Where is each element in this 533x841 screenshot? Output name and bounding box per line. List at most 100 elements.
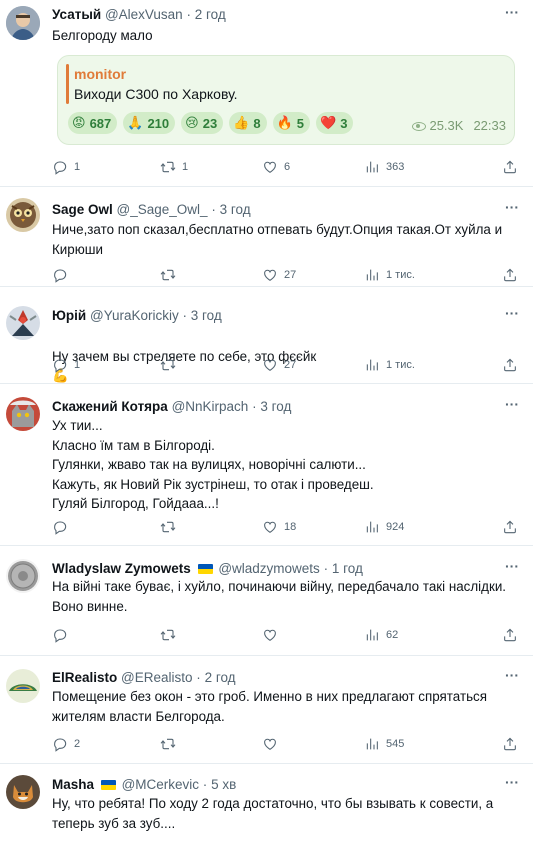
post-time[interactable]: 5 хв bbox=[211, 777, 236, 792]
reply-button[interactable] bbox=[52, 266, 74, 284]
reply-icon bbox=[52, 736, 68, 752]
post-time[interactable]: 2 год bbox=[195, 7, 226, 22]
like-button[interactable] bbox=[262, 735, 284, 753]
thumbs-up-icon: 👍 bbox=[233, 115, 250, 130]
reaction-angry[interactable]: 😡 687 bbox=[68, 112, 118, 134]
post-text: На війні таке буває, і хуйло, починаючи … bbox=[52, 579, 507, 614]
dot-separator: · bbox=[196, 670, 201, 685]
like-button[interactable] bbox=[262, 626, 284, 644]
post-time[interactable]: 3 год bbox=[220, 202, 251, 217]
views-icon bbox=[364, 736, 380, 752]
reply-icon bbox=[52, 627, 68, 643]
views-icon bbox=[364, 627, 380, 643]
post[interactable]: Wladyslaw Zymowets @wladzymowets · 1 год… bbox=[0, 547, 533, 656]
post-header: Masha @MCerkevic · 5 хв bbox=[52, 776, 236, 793]
post[interactable]: Юрій @YuraKorickiy · 3 год ··· Ну зачем … bbox=[0, 288, 533, 384]
author-handle[interactable]: @wladzymowets bbox=[218, 561, 319, 576]
views-button[interactable]: 545 bbox=[364, 735, 404, 753]
retweet-icon bbox=[160, 357, 176, 373]
avatar[interactable] bbox=[6, 198, 40, 232]
reaction-heart[interactable]: ❤️ 3 bbox=[316, 112, 354, 134]
like-button[interactable]: 6 bbox=[262, 158, 290, 176]
reply-button[interactable]: 1 bbox=[52, 158, 80, 176]
retweet-button[interactable] bbox=[160, 735, 182, 753]
post[interactable]: Скажений Котяра @NnKirpach · 3 год ··· У… bbox=[0, 385, 533, 546]
more-icon[interactable]: ··· bbox=[505, 4, 519, 20]
share-button[interactable] bbox=[502, 735, 518, 753]
reaction-fire[interactable]: 🔥 5 bbox=[272, 112, 311, 134]
more-icon[interactable]: ··· bbox=[505, 199, 519, 215]
retweet-icon bbox=[160, 519, 176, 535]
avatar[interactable] bbox=[6, 6, 40, 40]
like-button[interactable]: 27 bbox=[262, 266, 296, 284]
share-button[interactable] bbox=[502, 518, 518, 536]
avatar[interactable] bbox=[6, 306, 40, 340]
reply-button[interactable]: 1 bbox=[52, 356, 80, 374]
views-count: 545 bbox=[386, 738, 405, 750]
author-name[interactable]: Юрій bbox=[52, 308, 86, 323]
heart-icon bbox=[262, 519, 278, 535]
retweet-button[interactable]: 1 bbox=[160, 158, 188, 176]
post-time[interactable]: 2 год bbox=[205, 670, 236, 685]
views-icon bbox=[364, 267, 380, 283]
post-time[interactable]: 3 год bbox=[260, 399, 291, 414]
more-icon[interactable]: ··· bbox=[505, 558, 519, 574]
views-button[interactable]: 62 bbox=[364, 626, 398, 644]
retweet-button[interactable] bbox=[160, 518, 182, 536]
post[interactable]: Sage Owl @_Sage_Owl_ · 3 год ··· Ниче,за… bbox=[0, 188, 533, 287]
author-handle[interactable]: @NnKirpach bbox=[172, 399, 249, 414]
author-name[interactable]: Masha bbox=[52, 777, 94, 792]
more-icon[interactable]: ··· bbox=[505, 774, 519, 790]
share-button[interactable] bbox=[502, 356, 518, 374]
reaction-pray[interactable]: 🙏 210 bbox=[123, 112, 176, 134]
author-handle[interactable]: @AlexVusan bbox=[105, 7, 183, 22]
post-time[interactable]: 1 год bbox=[332, 561, 363, 576]
avatar[interactable] bbox=[6, 397, 40, 431]
like-button[interactable]: 18 bbox=[262, 518, 296, 536]
views-count: 62 bbox=[386, 629, 399, 641]
post[interactable]: ElRealisto @ERealisto · 2 год ··· Помеще… bbox=[0, 657, 533, 764]
reaction-count: 687 bbox=[89, 115, 112, 131]
author-handle[interactable]: @ERealisto bbox=[121, 670, 192, 685]
author-name[interactable]: ElRealisto bbox=[52, 670, 117, 685]
retweet-button[interactable] bbox=[160, 626, 182, 644]
author-handle[interactable]: @MCerkevic bbox=[122, 777, 199, 792]
views-button[interactable]: 924 bbox=[364, 518, 404, 536]
like-button[interactable]: 27 bbox=[262, 356, 296, 374]
post-time[interactable]: 3 год bbox=[191, 308, 222, 323]
quoted-telegram-card[interactable]: monitor Виходи С300 по Харкову. 😡 687 🙏 21… bbox=[57, 55, 515, 145]
share-button[interactable] bbox=[502, 158, 518, 176]
share-icon bbox=[502, 159, 518, 175]
post[interactable]: Усатый @AlexVusan · 2 год ··· Белгороду … bbox=[0, 0, 533, 187]
retweet-button[interactable] bbox=[160, 356, 182, 374]
author-handle[interactable]: @_Sage_Owl_ bbox=[117, 202, 208, 217]
views-button[interactable]: 363 bbox=[364, 158, 404, 176]
author-name[interactable]: Sage Owl bbox=[52, 202, 113, 217]
more-icon[interactable]: ··· bbox=[505, 667, 519, 683]
avatar[interactable] bbox=[6, 669, 40, 703]
more-icon[interactable]: ··· bbox=[505, 305, 519, 321]
reply-button[interactable] bbox=[52, 626, 74, 644]
author-name[interactable]: Усатый bbox=[52, 7, 101, 22]
author-handle[interactable]: @YuraKorickiy bbox=[90, 308, 179, 323]
avatar[interactable] bbox=[6, 775, 40, 809]
post[interactable]: Masha @MCerkevic · 5 хв ··· Ну, что ребя… bbox=[0, 765, 533, 841]
reaction-cry[interactable]: 😢 23 bbox=[181, 112, 224, 134]
views-button[interactable]: 1 тис. bbox=[364, 266, 415, 284]
share-button[interactable] bbox=[502, 626, 518, 644]
reaction-thumbsup[interactable]: 👍 8 bbox=[229, 112, 267, 134]
views-button[interactable]: 1 тис. bbox=[364, 356, 415, 374]
share-button[interactable] bbox=[502, 266, 518, 284]
avatar[interactable] bbox=[6, 559, 40, 593]
dot-separator: · bbox=[186, 7, 191, 22]
retweet-button[interactable] bbox=[160, 266, 182, 284]
reply-button[interactable] bbox=[52, 518, 74, 536]
fire-icon: 🔥 bbox=[276, 115, 293, 130]
reply-button[interactable]: 2 bbox=[52, 735, 80, 753]
author-name[interactable]: Wladyslaw Zymowets bbox=[52, 561, 191, 576]
author-name[interactable]: Скажений Котяра bbox=[52, 399, 168, 414]
more-icon[interactable]: ··· bbox=[505, 396, 519, 412]
share-icon bbox=[502, 736, 518, 752]
heart-icon bbox=[262, 736, 278, 752]
pray-icon: 🙏 bbox=[127, 115, 144, 130]
